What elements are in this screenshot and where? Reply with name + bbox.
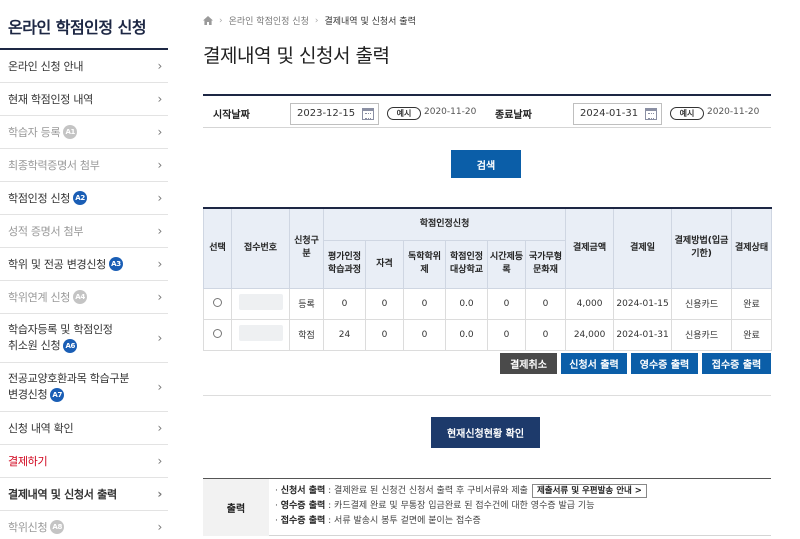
breadcrumb-current: 결제내역 및 신청서 출력 [324,17,416,27]
info-heading: 출력 [203,479,269,536]
sidebar-item-cancel-application[interactable]: 학습자등록 및 학점인정 취소원 신청 A6 › [0,314,168,363]
chevron-right-icon: › [157,380,163,394]
sidebar-item-study-type-change[interactable]: 전공교양호환과목 학습구분 변경신청 A7 › [0,363,168,412]
chevron-right-icon: › [157,191,163,205]
example-date: 2020-11-20 [707,107,760,117]
home-icon[interactable] [203,16,213,25]
col-amount: 결제금액 [565,207,615,289]
divider [203,395,771,396]
calendar-icon[interactable] [362,108,374,120]
payment-table: 선택 접수번호 신청구분 학점인정신청 결제금액 결제일 결제방법(입금기한) … [203,207,773,351]
sidebar-item-grade-certificate[interactable]: 성적 증명서 첨부 › [0,215,168,248]
print-application-button[interactable]: 신청서 출력 [561,353,627,374]
sidebar-item-degree-major-change[interactable]: 학위 및 전공 변경신청 A3 › [0,248,168,281]
chevron-right-icon: › [157,224,163,238]
example-badge: 예시 [387,107,421,120]
sidebar-item-degree-application[interactable]: 학위신청 A8 › [0,511,168,539]
step-badge: A3 [108,257,123,271]
col-status: 결제상태 [731,207,773,289]
col-receipt-no: 접수번호 [231,207,290,289]
breadcrumb-separator: › [314,15,319,26]
col-sub-self-study: 독학학위제 [403,239,446,289]
example-badge: 예시 [670,107,704,120]
sidebar-item-degree-link[interactable]: 학위연계 신청 A4 › [0,281,168,314]
row-select-radio[interactable] [213,328,222,338]
chevron-right-icon: › [157,158,163,172]
search-button[interactable]: 검색 [451,150,521,178]
print-acceptance-button[interactable]: 접수증 출력 [702,353,771,374]
print-receipt-button[interactable]: 영수증 출력 [631,353,698,374]
col-sub-qualification: 자격 [365,239,404,289]
sidebar-item-education-certificate[interactable]: 최종학력증명서 첨부 › [0,149,168,182]
sidebar-item-application-history[interactable]: 신청 내역 확인 › [0,412,168,445]
info-line-application: · 신청서 출력 : 결제완료 된 신청건 신청서 출력 후 구비서류와 제출 제… [275,484,647,499]
sidebar-item-current-credits[interactable]: 현재 학점인정 내역 › [0,83,168,116]
date-filter: 시작날짜 2023-12-15 예시 2020-11-20 종료날짜 2024-… [203,94,771,128]
col-select: 선택 [203,207,232,289]
receipt-number-masked [238,294,283,310]
breadcrumb-separator: › [219,15,223,26]
col-sub-heritage: 국가무형문화재 [524,239,567,289]
col-sub-school: 학점인정대상학교 [445,239,488,289]
end-date-input[interactable]: 2024-01-31 [573,103,662,125]
col-sub-part-time: 시간제등록 [487,239,526,289]
chevron-right-icon: › [157,454,163,468]
step-badge: A6 [63,339,78,353]
chevron-right-icon: › [157,257,163,271]
step-badge: A4 [73,290,88,304]
info-line-receipt: · 영수증 출력 : 카드결제 완료 및 무통장 입금완료 된 접수건에 대한 … [275,501,595,511]
sidebar-item-payment[interactable]: 결제하기 › [0,445,168,478]
chevron-right-icon: › [157,520,163,534]
chevron-right-icon: › [157,125,163,139]
col-sub-evaluation: 평가인정학습과정 [323,239,366,289]
chevron-right-icon: › [157,59,163,73]
sidebar-item-payment-history[interactable]: 결제내역 및 신청서 출력 › [0,478,168,511]
sidebar-title: 온라인 학점인정 신청 [0,0,168,50]
step-badge: A2 [73,191,88,205]
row-select-radio[interactable] [213,297,222,307]
info-lines: · 신청서 출력 : 결제완료 된 신청건 신청서 출력 후 구비서류와 제출 제… [275,484,647,529]
end-date-label: 종료날짜 [495,110,532,121]
chevron-right-icon: › [157,92,163,106]
info-line-acceptance: · 접수증 출력 : 서류 발송시 봉투 겉면에 붙이는 접수증 [275,516,481,526]
submission-guide-button[interactable]: 제출서류 및 우편발송 안내 > [531,484,647,498]
sidebar: 온라인 학점인정 신청 온라인 신청 안내 › 현재 학점인정 내역 › 학습자 등… [0,0,168,539]
chevron-right-icon: › [157,487,162,501]
col-credit-group: 학점인정신청 [322,207,567,241]
start-date-label: 시작날짜 [213,110,250,121]
breadcrumb: › 온라인 학점인정 신청 › 결제내역 및 신청서 출력 [203,14,416,27]
calendar-icon[interactable] [645,108,657,120]
chevron-right-icon: › [157,290,163,304]
start-date-input[interactable]: 2023-12-15 [290,103,379,125]
table-row: 등록 0 0 0 0.0 0 0 4,000 2024-01-15 신용카드 완… [203,287,773,320]
col-method: 결제방법(입금기한) [671,207,733,289]
sidebar-item-learner-register[interactable]: 학습자 등록 A1 › [0,116,168,149]
step-badge: A7 [50,388,65,402]
chevron-right-icon: › [157,331,163,345]
sidebar-item-credit-application[interactable]: 학점인정 신청 A2 › [0,182,168,215]
col-pay-date: 결제일 [613,207,673,289]
col-app-type: 신청구분 [289,207,324,289]
sidebar-item-online-guide[interactable]: 온라인 신청 안내 › [0,50,168,83]
chevron-right-icon: › [157,421,163,435]
example-date: 2020-11-20 [424,107,477,117]
table-row: 학점 24 0 0 0.0 0 0 24,000 2024-01-31 신용카드… [203,318,773,351]
breadcrumb-level1[interactable]: 온라인 학점인정 신청 [229,14,309,27]
receipt-number-masked [238,325,283,341]
page-title: 결제내역 및 신청서 출력 [203,45,390,67]
step-badge: A1 [63,125,78,139]
print-info-box: 출력 · 신청서 출력 : 결제완료 된 신청건 신청서 출력 후 구비서류와 … [203,478,771,536]
step-badge: A8 [50,520,65,534]
cancel-payment-button[interactable]: 결제취소 [500,353,557,374]
current-status-button[interactable]: 현재신청현황 확인 [431,417,540,448]
